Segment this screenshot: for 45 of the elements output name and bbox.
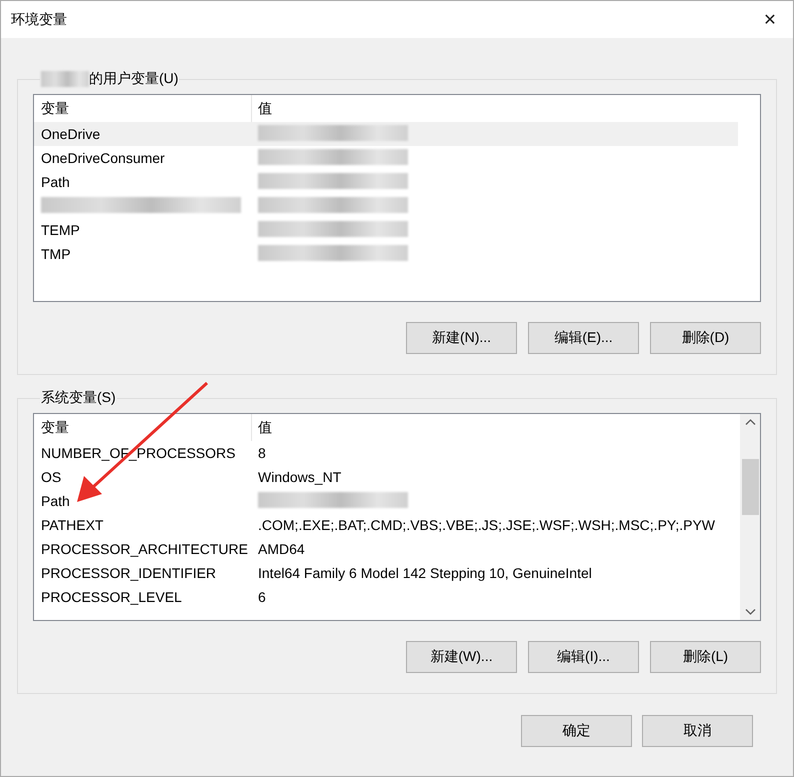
dialog-button[interactable]: 确定 xyxy=(521,715,632,747)
action-button[interactable]: 删除(D) xyxy=(650,322,761,354)
variable-row[interactable]: TMP xyxy=(34,242,738,266)
variable-value: .COM;.EXE;.BAT;.CMD;.VBS;.VBE;.JS;.JSE;.WSF;.WSH;.MSC;.PY;.PYW xyxy=(258,517,716,533)
group-title: 的用户变量(U) xyxy=(89,70,178,88)
variable-value: AMD64 xyxy=(258,541,305,557)
variable-name: Path xyxy=(41,174,70,190)
variable-row[interactable]: PROCESSOR_LEVEL 6 xyxy=(34,585,718,609)
variable-name: TEMP xyxy=(41,222,80,238)
variable-name: PATHEXT xyxy=(41,517,104,533)
action-button[interactable]: 新建(N)... xyxy=(406,322,517,354)
action-button[interactable]: 编辑(E)... xyxy=(528,322,639,354)
variable-name: OS xyxy=(41,469,62,485)
variable-row[interactable]: TEMP xyxy=(34,218,738,242)
variable-name: Path xyxy=(41,493,70,509)
variable-row[interactable]: PROCESSOR_IDENTIFIER Intel64 Family 6 Model 142 Stepping 10, GenuineIntel xyxy=(34,561,718,585)
column-header[interactable]: 值 xyxy=(252,418,740,436)
variable-value: Intel64 Family 6 Model 142 Stepping 10, GenuineIntel xyxy=(258,565,592,581)
variable-name: OneDriveConsumer xyxy=(41,150,165,166)
action-button[interactable]: 编辑(I)... xyxy=(528,641,639,673)
variable-name: PROCESSOR_IDENTIFIER xyxy=(41,565,216,581)
variable-value: 8 xyxy=(258,445,266,461)
column-header[interactable]: 值 xyxy=(252,100,760,118)
scrollbar[interactable] xyxy=(740,414,760,620)
action-button[interactable]: 新建(W)... xyxy=(406,641,517,673)
variable-name: OneDrive xyxy=(41,126,100,142)
variable-row[interactable]: OneDrive xyxy=(34,122,738,146)
scrollbar-thumb[interactable] xyxy=(742,459,759,515)
group-title: 系统变量(S) xyxy=(41,389,116,407)
dialog-button[interactable]: 取消 xyxy=(642,715,753,747)
close-button[interactable]: ✕ xyxy=(747,1,793,38)
variable-row[interactable]: Path xyxy=(34,170,738,194)
column-header[interactable]: 变量 xyxy=(34,414,252,441)
variable-name: TMP xyxy=(41,246,71,262)
variable-row[interactable]: PROCESSOR_ARCHITECTURE AMD64 xyxy=(34,537,718,561)
window-title: 环境变量 xyxy=(11,10,67,28)
variable-row[interactable]: OneDriveConsumer xyxy=(34,146,738,170)
action-button[interactable]: 删除(L) xyxy=(650,641,761,673)
variable-row[interactable]: Path xyxy=(34,489,718,513)
variable-value: Windows_NT xyxy=(258,469,342,485)
variable-row[interactable]: OS Windows_NT xyxy=(34,465,718,489)
variable-name: PROCESSOR_ARCHITECTURE xyxy=(41,541,248,557)
variable-row[interactable]: PATHEXT .COM;.EXE;.BAT;.CMD;.VBS;.VBE;.JS;.JSE;.WSF;.WSH;.MSC;.PY;.PYW xyxy=(34,513,718,537)
variable-value: 6 xyxy=(258,589,266,605)
variable-name: PROCESSOR_LEVEL xyxy=(41,589,182,605)
